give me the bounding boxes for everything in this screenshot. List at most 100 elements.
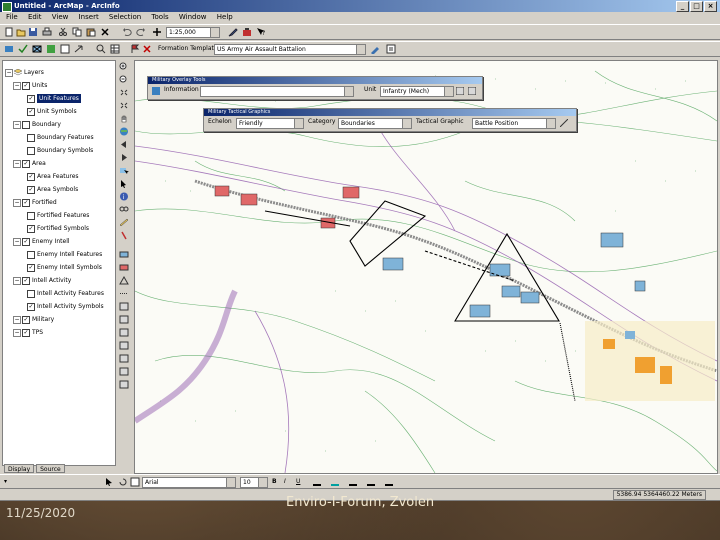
collapse-icon[interactable]: − xyxy=(13,238,21,246)
marker-color-icon[interactable] xyxy=(366,477,376,487)
tab-display[interactable]: Display xyxy=(4,464,35,473)
flag-icon[interactable] xyxy=(130,44,140,54)
symbol-tool-11-icon[interactable] xyxy=(119,380,129,389)
remove-icon[interactable] xyxy=(142,44,152,54)
identify-icon[interactable]: i xyxy=(119,192,129,201)
collapse-icon[interactable]: − xyxy=(13,316,21,324)
drawing-menu-label[interactable]: ▾ xyxy=(4,477,7,487)
zoom-in-icon[interactable] xyxy=(119,62,129,71)
fixed-zoom-in-icon[interactable] xyxy=(119,88,129,97)
font-combo[interactable]: Arial xyxy=(142,477,236,488)
layer-visibility-checkbox[interactable] xyxy=(22,121,30,129)
measure-icon[interactable] xyxy=(119,218,129,227)
undo-icon[interactable] xyxy=(122,27,132,37)
symbol-tool-2-icon[interactable] xyxy=(119,263,129,272)
overlay-apply-icon[interactable] xyxy=(456,87,464,95)
collapse-icon[interactable]: − xyxy=(13,82,21,90)
select-elements-icon[interactable] xyxy=(119,179,129,188)
table-icon[interactable] xyxy=(110,44,120,54)
overlay-options-icon[interactable] xyxy=(468,87,476,95)
map-scale-combo[interactable]: 1:25,000 xyxy=(166,27,220,38)
find-icon[interactable] xyxy=(119,205,129,214)
editor-toolbar-icon[interactable] xyxy=(228,27,238,37)
collapse-icon[interactable]: − xyxy=(5,69,13,77)
template-info-icon[interactable] xyxy=(386,44,396,54)
close-button[interactable]: × xyxy=(704,1,717,12)
symbol-tool-10-icon[interactable] xyxy=(119,367,129,376)
menu-edit[interactable]: Edit xyxy=(26,13,44,21)
edit-template-icon[interactable] xyxy=(370,44,380,54)
print-icon[interactable] xyxy=(42,27,52,37)
layer-visibility-checkbox[interactable]: ✓ xyxy=(22,160,30,168)
what-is-this-icon[interactable]: ? xyxy=(256,27,266,37)
shadow-color-icon[interactable] xyxy=(384,477,394,487)
cut-icon[interactable] xyxy=(58,27,68,37)
symbol-tool-7-icon[interactable] xyxy=(119,328,129,337)
layer-visibility-checkbox[interactable]: ✓ xyxy=(22,238,30,246)
layer-visibility-checkbox[interactable]: ✓ xyxy=(27,108,35,116)
symbol-tool-5-icon[interactable] xyxy=(119,302,129,311)
map-view[interactable]: Military Overlay Tools Information Unit … xyxy=(134,60,718,474)
add-data-icon[interactable] xyxy=(152,27,162,37)
layer-visibility-checkbox[interactable]: ✓ xyxy=(22,199,30,207)
redo-icon[interactable] xyxy=(136,27,146,37)
collapse-icon[interactable]: − xyxy=(13,199,21,207)
layer-visibility-checkbox[interactable]: ✓ xyxy=(22,316,30,324)
layer-visibility-checkbox[interactable]: ✓ xyxy=(27,173,35,181)
menu-view[interactable]: View xyxy=(50,13,71,21)
layer-visibility-checkbox[interactable] xyxy=(27,290,35,298)
color-fill-icon[interactable] xyxy=(46,44,56,54)
formation-template-combo[interactable]: US Army Air Assault Battalion xyxy=(214,44,366,55)
line-color-icon[interactable] xyxy=(348,477,358,487)
layer-visibility-checkbox[interactable]: ✓ xyxy=(27,186,35,194)
tab-source[interactable]: Source xyxy=(36,464,65,473)
zoom-whole-page-icon[interactable] xyxy=(130,477,140,487)
layer-visibility-checkbox[interactable]: ✓ xyxy=(27,225,35,233)
pan-hand-icon[interactable] xyxy=(119,114,129,123)
layer-visibility-checkbox[interactable]: ✓ xyxy=(22,329,30,337)
information-field[interactable] xyxy=(200,86,354,97)
paste-icon[interactable] xyxy=(86,27,96,37)
collapse-icon[interactable]: − xyxy=(13,121,21,129)
zoom-layer-icon[interactable] xyxy=(96,44,106,54)
layer-visibility-checkbox[interactable] xyxy=(27,147,35,155)
italic-button[interactable]: I xyxy=(284,477,286,487)
fill-color-icon[interactable] xyxy=(330,477,340,487)
collapse-icon[interactable]: − xyxy=(13,329,21,337)
menu-tools[interactable]: Tools xyxy=(149,13,170,21)
delete-icon[interactable] xyxy=(100,27,110,37)
layer-visibility-checkbox[interactable]: ✓ xyxy=(22,82,30,90)
symbol-tool-4-icon[interactable] xyxy=(119,289,129,298)
copy-icon[interactable] xyxy=(72,27,82,37)
maximize-button[interactable]: □ xyxy=(690,1,703,12)
echelon-combo[interactable]: Friendly xyxy=(236,118,304,129)
unit-combo[interactable]: Infantry (Mech) xyxy=(380,86,454,97)
select-features-icon[interactable] xyxy=(119,166,129,175)
category-combo[interactable]: Boundaries xyxy=(338,118,412,129)
forward-extent-icon[interactable] xyxy=(119,153,129,162)
new-document-icon[interactable] xyxy=(4,27,14,37)
layer-visibility-checkbox[interactable]: ✓ xyxy=(27,303,35,311)
layer-visibility-checkbox[interactable]: ✓ xyxy=(27,264,35,272)
menu-file[interactable]: File xyxy=(4,13,20,21)
hyperlink-icon[interactable] xyxy=(119,231,129,240)
text-symbol-icon[interactable] xyxy=(60,44,70,54)
open-folder-icon[interactable] xyxy=(16,27,26,37)
select-arrow-icon[interactable] xyxy=(104,477,114,487)
collapse-icon[interactable]: − xyxy=(13,277,21,285)
fixed-zoom-out-icon[interactable] xyxy=(119,101,129,110)
layer-visibility-checkbox[interactable] xyxy=(27,212,35,220)
tactical-graphic-combo[interactable]: Battle Position xyxy=(472,118,556,129)
overlay-tool-icon[interactable] xyxy=(4,44,14,54)
symbol-tool-8-icon[interactable] xyxy=(119,341,129,350)
rotate-icon[interactable] xyxy=(118,477,128,487)
menu-help[interactable]: Help xyxy=(215,13,235,21)
layer-visibility-checkbox[interactable]: ✓ xyxy=(27,95,35,103)
symbol-tool-3-icon[interactable] xyxy=(119,276,129,285)
symbol-tool-1-icon[interactable] xyxy=(119,250,129,259)
arctoolbox-icon[interactable] xyxy=(242,27,252,37)
checked-symbol-icon[interactable] xyxy=(18,44,28,54)
bold-button[interactable]: B xyxy=(272,477,277,487)
back-extent-icon[interactable] xyxy=(119,140,129,149)
menu-insert[interactable]: Insert xyxy=(77,13,101,21)
